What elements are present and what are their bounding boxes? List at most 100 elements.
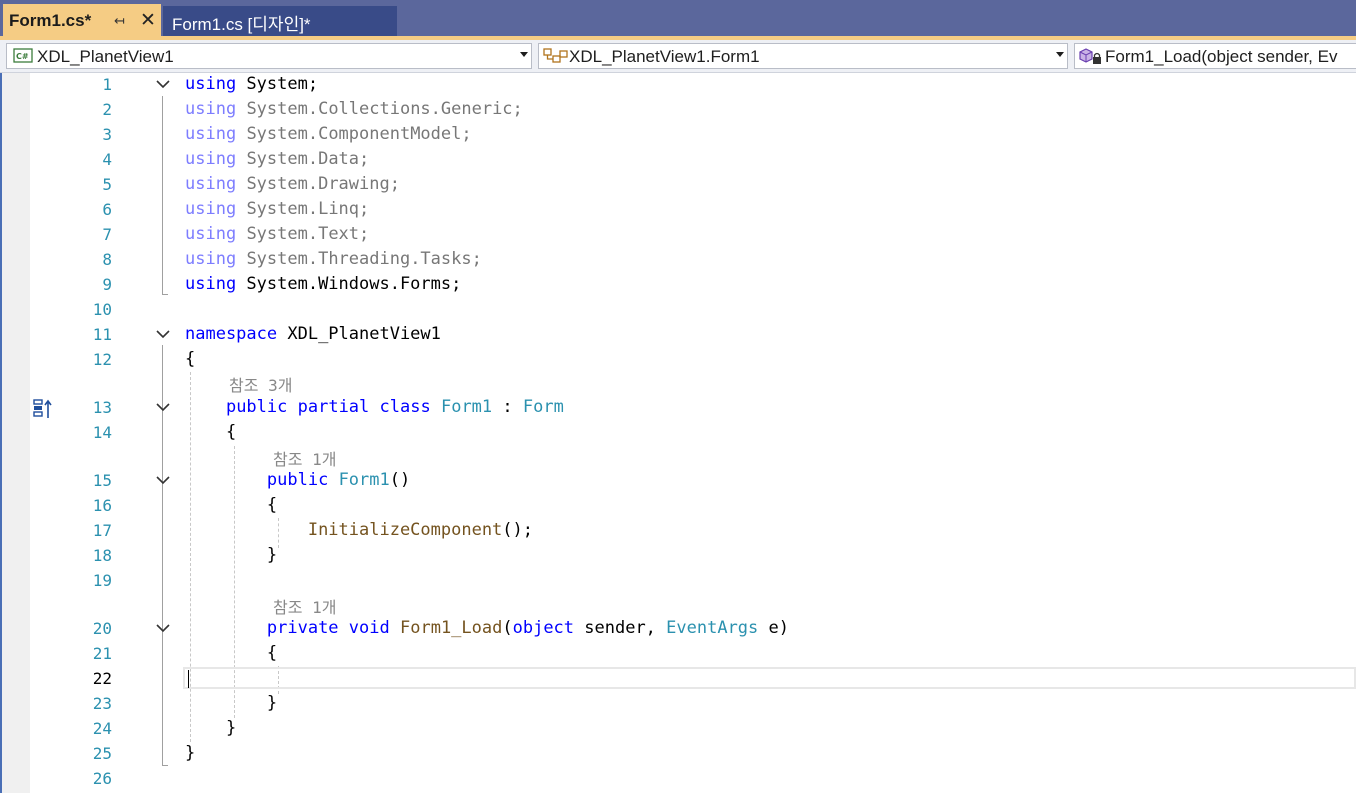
line-number: 26 [92, 769, 112, 788]
navigation-bar: C# XDL_PlanetView1 XDL_PlanetView1.Form1… [0, 40, 1356, 73]
code-text: { [185, 349, 196, 369]
code-text: using System.Threading.Tasks; [185, 249, 482, 269]
line-number: 10 [92, 300, 112, 319]
class-icon [543, 48, 568, 63]
code-text: using System.Drawing; [185, 174, 400, 194]
code-line-4[interactable]: 4 using System.Data; [0, 148, 1356, 173]
code-line-14[interactable]: 14 { [0, 421, 1356, 446]
code-line-15[interactable]: 15 public Form1() [0, 469, 1356, 494]
collapse-chevron-icon[interactable] [156, 327, 170, 341]
code-line-19[interactable]: 19 [0, 569, 1356, 594]
code-line-3[interactable]: 3 using System.ComponentModel; [0, 123, 1356, 148]
code-line-25[interactable]: 25 } [0, 742, 1356, 767]
code-line-21[interactable]: 21 { [0, 642, 1356, 667]
line-number: 23 [92, 694, 112, 713]
collapse-chevron-icon[interactable] [156, 77, 170, 91]
line-number: 12 [92, 350, 112, 369]
line-number: 16 [92, 496, 112, 515]
codelens-references[interactable]: 참조 3개 [229, 372, 292, 396]
type-dropdown[interactable]: XDL_PlanetView1.Form1 [538, 43, 1068, 69]
member-name: Form1_Load(object sender, Ev [1105, 47, 1338, 66]
code-text: InitializeComponent(); [307, 520, 534, 540]
line-number: 21 [92, 644, 112, 663]
code-text: public partial class Form1 : Form [225, 397, 564, 417]
line-number: 18 [92, 546, 112, 565]
code-line-22[interactable]: 22 [0, 667, 1356, 692]
close-icon[interactable]: ✕ [140, 9, 156, 32]
code-line-9[interactable]: 9 using System.Windows.Forms; [0, 273, 1356, 298]
code-line-18[interactable]: 18 } [0, 544, 1356, 569]
chevron-down-icon[interactable] [520, 52, 528, 57]
code-text: using System.Data; [185, 149, 370, 169]
code-line-10[interactable]: 10 [0, 298, 1356, 323]
project-dropdown[interactable]: C# XDL_PlanetView1 [6, 43, 532, 69]
code-line-16[interactable]: 16 { [0, 494, 1356, 519]
code-line-11[interactable]: 11 namespace XDL_PlanetView1 [0, 323, 1356, 348]
line-number: 6 [102, 200, 112, 219]
code-text: { [185, 495, 278, 515]
line-number: 13 [92, 398, 112, 417]
code-line-12[interactable]: 12 { [0, 348, 1356, 373]
line-number: 25 [92, 744, 112, 763]
line-number: 2 [102, 100, 112, 119]
code-line-24[interactable]: 24 } [0, 717, 1356, 742]
document-tab-bar: Form1.cs* ↤ ✕ Form1.cs [디자인]* [0, 0, 1356, 38]
code-text: { [185, 643, 278, 663]
code-text: using System.Collections.Generic; [185, 99, 523, 119]
private-method-icon [1079, 48, 1101, 64]
code-text: private void Form1_Load(object sender, E… [266, 618, 789, 638]
code-text: } [185, 693, 278, 713]
line-number: 14 [92, 423, 112, 442]
code-text: using System.Windows.Forms; [185, 274, 462, 294]
line-number: 4 [102, 150, 112, 169]
code-line-1[interactable]: 1 using System; [0, 73, 1356, 98]
line-number: 19 [92, 571, 112, 590]
codelens-references[interactable]: 참조 1개 [273, 594, 336, 618]
code-text: public Form1() [266, 470, 411, 490]
line-number: 5 [102, 175, 112, 194]
line-number: 17 [92, 521, 112, 540]
line-number: 1 [102, 75, 112, 94]
line-number: 15 [92, 471, 112, 490]
code-line-23[interactable]: 23 } [0, 692, 1356, 717]
tab-label: Form1.cs [디자인]* [172, 15, 311, 34]
codelens-references[interactable]: 참조 1개 [273, 446, 336, 470]
code-text: { [185, 422, 237, 442]
code-line-20[interactable]: 20 private void Form1_Load(object sender… [0, 617, 1356, 642]
code-text: } [185, 718, 237, 738]
code-text: using System.Linq; [185, 199, 370, 219]
code-text: using System.ComponentModel; [185, 124, 472, 144]
code-line-26[interactable]: 26 [0, 767, 1356, 792]
code-line-5[interactable]: 5 using System.Drawing; [0, 173, 1356, 198]
pin-icon[interactable]: ↤ [114, 13, 125, 29]
code-text: } [185, 743, 196, 763]
collapse-chevron-icon[interactable] [156, 621, 170, 635]
project-name: XDL_PlanetView1 [37, 47, 174, 66]
line-number: 3 [102, 125, 112, 144]
code-line-2[interactable]: 2 using System.Collections.Generic; [0, 98, 1356, 123]
type-name: XDL_PlanetView1.Form1 [569, 47, 760, 66]
collapse-chevron-icon[interactable] [156, 400, 170, 414]
tab-form1-cs[interactable]: Form1.cs* ↤ ✕ [3, 4, 161, 38]
chevron-down-icon[interactable] [1056, 52, 1064, 57]
line-number: 9 [102, 275, 112, 294]
line-number: 7 [102, 225, 112, 244]
svg-text:C#: C# [16, 52, 29, 61]
tab-label: Form1.cs* [9, 11, 92, 30]
csharp-project-icon: C# [13, 48, 33, 63]
collapse-chevron-icon[interactable] [156, 473, 170, 487]
code-line-13[interactable]: 13 public partial class Form1 : Form [0, 396, 1356, 421]
line-number: 24 [92, 719, 112, 738]
line-number: 11 [92, 325, 112, 344]
member-dropdown[interactable]: Form1_Load(object sender, Ev [1074, 43, 1356, 69]
code-line-8[interactable]: 8 using System.Threading.Tasks; [0, 248, 1356, 273]
line-number: 20 [92, 619, 112, 638]
tab-form1-designer[interactable]: Form1.cs [디자인]* [163, 6, 397, 36]
code-text: } [185, 545, 278, 565]
code-text: namespace XDL_PlanetView1 [185, 324, 441, 344]
code-line-6[interactable]: 6 using System.Linq; [0, 198, 1356, 223]
code-line-7[interactable]: 7 using System.Text; [0, 223, 1356, 248]
line-number: 22 [92, 669, 112, 688]
code-line-17[interactable]: 17 InitializeComponent(); [0, 519, 1356, 544]
line-number: 8 [102, 250, 112, 269]
